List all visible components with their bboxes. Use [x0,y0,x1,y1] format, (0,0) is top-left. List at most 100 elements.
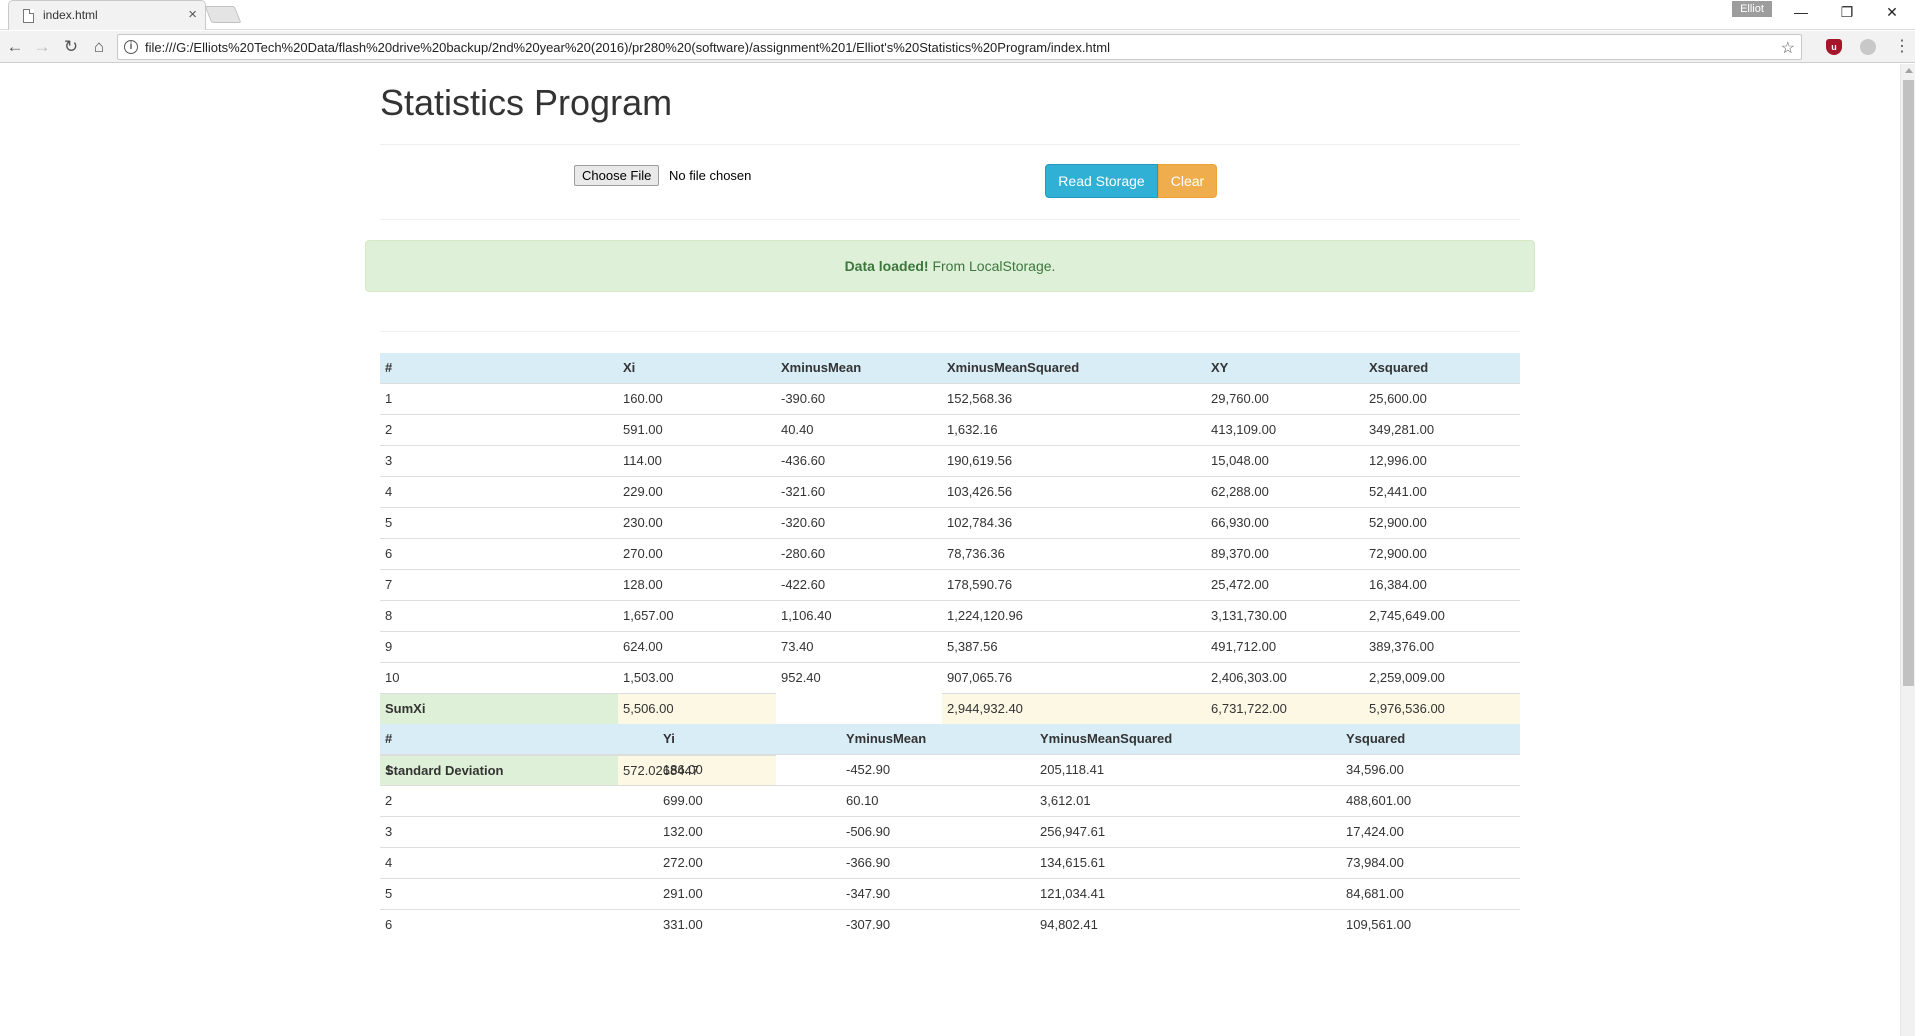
home-icon[interactable]: ⌂ [88,36,110,58]
page-icon [23,9,34,23]
scroll-up-icon[interactable] [1905,68,1913,73]
table-cell: 4 [380,475,618,507]
table-cell: 1,224,120.96 [942,599,1206,631]
table-cell: 1,106.40 [776,599,942,631]
table-cell: 89,370.00 [1206,537,1364,569]
table-cell: 66,930.00 [1206,506,1364,538]
table-cell: -366.90 [841,846,1035,878]
table-cell: 25,600.00 [1369,391,1427,406]
y-table-header: # Yi YminusMean YminusMeanSquared Ysquar… [380,724,1520,755]
profile-button[interactable]: Elliot [1732,1,1772,17]
table-cell: 25,472.00 [1206,568,1364,600]
browser-tab[interactable]: index.html × [8,0,206,30]
bookmark-star-icon[interactable]: ☆ [1781,38,1795,58]
table-cell: 94,802.41 [1035,908,1341,940]
y-table: # Yi YminusMean YminusMeanSquared Ysquar… [380,724,1520,940]
table-cell: 349,281.00 [1364,413,1520,445]
table-cell: 132.00 [658,815,841,847]
tab-close-icon[interactable]: × [188,7,197,22]
table-cell: -436.60 [776,444,942,476]
sum-label: SumXi [380,692,618,724]
vertical-scrollbar[interactable] [1900,64,1915,1036]
table-cell: 62,288.00 [1206,475,1364,507]
browser-toolbar: ← → ↻ ⌂ i file:///G:/Elliots%20Tech%20Da… [0,31,1915,63]
x-table: # Xi XminusMean XminusMeanSquared XY Xsq… [380,353,1520,786]
column-header: YminusMeanSquared [1035,724,1341,755]
table-cell: 591.00 [618,413,776,445]
table-cell: 16,384.00 [1364,568,1520,600]
table-row: 6 331.00 -307.90 94,802.41 109,561.00 [380,908,1520,940]
table-cell: 134,615.61 [1035,846,1341,878]
clear-button[interactable]: Clear [1158,164,1217,198]
table-cell: 152,568.36 [947,391,1013,406]
table-cell: 256,947.61 [1035,815,1341,847]
table-cell: 3 [380,444,618,476]
table-cell: 4 [380,846,658,878]
table-row: 4 229.00 -321.60 103,426.56 62,288.00 52,441.… [380,475,1520,507]
scrollbar-thumb[interactable] [1903,80,1914,686]
table-cell: 7 [380,568,618,600]
menu-icon[interactable]: ⋮ [1894,37,1910,57]
address-bar[interactable]: i file:///G:/Elliots%20Tech%20Data/flash… [117,34,1802,60]
table-cell: -506.90 [841,815,1035,847]
table-cell: 624.00 [618,630,776,662]
alert-text: From LocalStorage. [928,258,1056,274]
table-row: 6 270.00 -280.60 78,736.36 89,370.00 72,900.0… [380,537,1520,569]
table-cell: 331.00 [658,908,841,940]
forward-icon[interactable]: → [31,36,53,58]
table-cell: 389,376.00 [1364,630,1520,662]
table-cell: 907,065.76 [942,661,1206,693]
table-cell: 8 [380,599,618,631]
read-storage-button[interactable]: Read Storage [1045,164,1158,198]
column-header: XminusMean [776,353,942,384]
ublock-extension-icon[interactable]: u [1826,39,1842,55]
table-cell: 73,984.00 [1341,846,1520,878]
sum-row: SumXi 5,506.00 2,944,932.40 6,731,722.00 5,9… [380,692,1520,724]
table-cell: 2 [380,413,618,445]
table-row: 9 624.00 73.40 5,387.56 491,712.00 389,376.00 [380,630,1520,662]
table-cell: 3 [380,815,658,847]
table-cell: 34,596.00 [1346,762,1404,777]
new-tab-button[interactable] [204,6,242,23]
close-window-icon[interactable]: ✕ [1869,0,1915,26]
table-cell: 186.00 [663,762,703,777]
table-cell: 109,561.00 [1341,908,1520,940]
minimize-icon[interactable]: — [1778,0,1824,26]
table-cell: 229.00 [618,475,776,507]
table-cell: 699.00 [658,784,841,816]
table-cell: 2,259,009.00 [1364,661,1520,693]
back-icon[interactable]: ← [4,36,26,58]
table-cell: 3,131,730.00 [1206,599,1364,631]
table-row: 3 114.00 -436.60 190,619.56 15,048.00 12,996.… [380,444,1520,476]
sum-xi-value: 5,506.00 [618,692,776,724]
table-cell: 491,712.00 [1206,630,1364,662]
table-cell: 60.10 [841,784,1035,816]
choose-file-button[interactable]: Choose File [574,165,660,186]
table-cell: 272.00 [658,846,841,878]
table-cell: 114.00 [618,444,776,476]
table-cell: 5 [380,506,618,538]
table-cell: 84,681.00 [1341,877,1520,909]
column-header: XminusMeanSquared [942,353,1206,384]
table-row: 8 1,657.00 1,106.40 1,224,120.96 3,131,730.0… [380,599,1520,631]
info-icon[interactable]: i [124,40,138,54]
column-header: Yi [658,724,841,755]
restore-icon[interactable]: ❐ [1824,0,1870,26]
table-cell: -321.60 [776,475,942,507]
column-header: Ysquared [1341,724,1520,755]
column-header: YminusMean [841,724,1035,755]
table-cell: -347.90 [841,877,1035,909]
table-cell: 3,612.01 [1035,784,1341,816]
table-cell: 10 [380,661,618,693]
table-cell: 413,109.00 [1206,413,1364,445]
table-cell: -280.60 [776,537,942,569]
table-row: 5 230.00 -320.60 102,784.36 66,930.00 52,900.… [380,506,1520,538]
table-row: 4 272.00 -366.90 134,615.61 73,984.00 [380,846,1520,878]
reload-icon[interactable]: ↻ [60,36,82,58]
table-cell: 102,784.36 [942,506,1206,538]
table-cell: 205,118.41 [1040,762,1105,777]
extension-icon[interactable] [1860,39,1876,55]
tab-strip: index.html × Elliot — ❐ ✕ [0,0,1915,30]
url-text[interactable]: file:///G:/Elliots%20Tech%20Data/flash%2… [145,40,1110,55]
column-header: Xsquared [1364,353,1520,384]
